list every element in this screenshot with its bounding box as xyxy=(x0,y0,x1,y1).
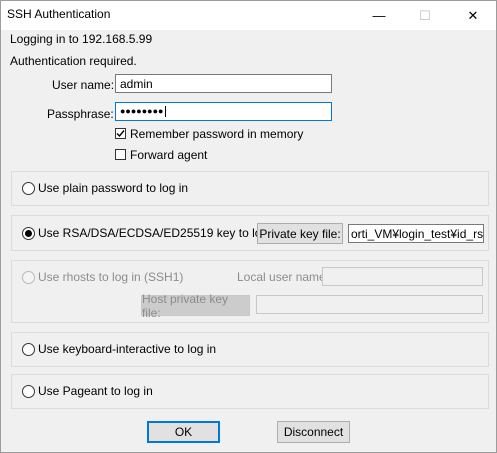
plain-password-group: Use plain password to log in xyxy=(11,171,489,206)
private-key-file-button[interactable]: Private key file: xyxy=(257,223,343,244)
keyboard-interactive-label[interactable]: Use keyboard-interactive to log in xyxy=(38,342,216,356)
pageant-radio[interactable] xyxy=(22,385,35,398)
username-input[interactable]: admin xyxy=(115,74,332,93)
window-title: SSH Authentication xyxy=(7,7,111,21)
status-line-host: Logging in to 192.168.5.99 xyxy=(10,32,153,46)
close-icon: ✕ xyxy=(467,7,479,23)
forward-agent-label[interactable]: Forward agent xyxy=(130,148,207,162)
ssh-auth-dialog: SSH Authentication — ☐ ✕ Logging in to 1… xyxy=(0,0,497,453)
close-button[interactable]: ✕ xyxy=(450,1,496,30)
title-bar: SSH Authentication — ☐ ✕ xyxy=(1,1,496,30)
pageant-label[interactable]: Use Pageant to log in xyxy=(38,384,153,398)
rsa-key-label[interactable]: Use RSA/DSA/ECDSA/ED25519 key to log in xyxy=(38,226,281,240)
plain-password-label[interactable]: Use plain password to log in xyxy=(38,181,188,195)
forward-agent-checkbox[interactable] xyxy=(115,149,126,160)
status-line-auth: Authentication required. xyxy=(10,54,137,68)
minimize-button[interactable]: — xyxy=(356,1,402,30)
maximize-button: ☐ xyxy=(402,1,448,30)
pageant-group: Use Pageant to log in xyxy=(11,374,489,409)
rhosts-radio xyxy=(22,271,35,284)
host-private-key-file-input xyxy=(256,295,483,314)
rhosts-group: Use rhosts to log in (SSH1) Local user n… xyxy=(11,260,489,323)
host-private-key-file-button: Host private key file: xyxy=(141,292,250,320)
passphrase-label: Passphrase: xyxy=(47,107,114,121)
passphrase-value: ●●●●●●●● xyxy=(120,106,164,116)
username-label: User name: xyxy=(52,78,115,92)
checkmark-icon xyxy=(116,130,125,138)
maximize-icon: ☐ xyxy=(419,7,431,23)
keyboard-interactive-group: Use keyboard-interactive to log in xyxy=(11,332,489,367)
local-user-name-input xyxy=(322,267,483,286)
plain-password-radio[interactable] xyxy=(22,182,35,195)
remember-password-label[interactable]: Remember password in memory xyxy=(130,127,303,141)
passphrase-input[interactable]: ●●●●●●●● xyxy=(115,102,332,121)
minimize-icon: — xyxy=(372,8,386,23)
rsa-key-radio[interactable] xyxy=(22,227,35,240)
rhosts-label: Use rhosts to log in (SSH1) xyxy=(38,270,184,284)
ok-button[interactable]: OK xyxy=(147,421,220,443)
keyboard-interactive-radio[interactable] xyxy=(22,343,35,356)
private-key-file-input[interactable]: orti_VM¥login_test¥id_rsa xyxy=(348,224,484,243)
rsa-key-group: Use RSA/DSA/ECDSA/ED25519 key to log in … xyxy=(11,215,489,251)
local-user-name-label: Local user name: xyxy=(237,270,330,284)
remember-password-checkbox[interactable] xyxy=(115,128,126,139)
text-cursor xyxy=(164,106,166,118)
disconnect-button[interactable]: Disconnect xyxy=(277,421,350,443)
